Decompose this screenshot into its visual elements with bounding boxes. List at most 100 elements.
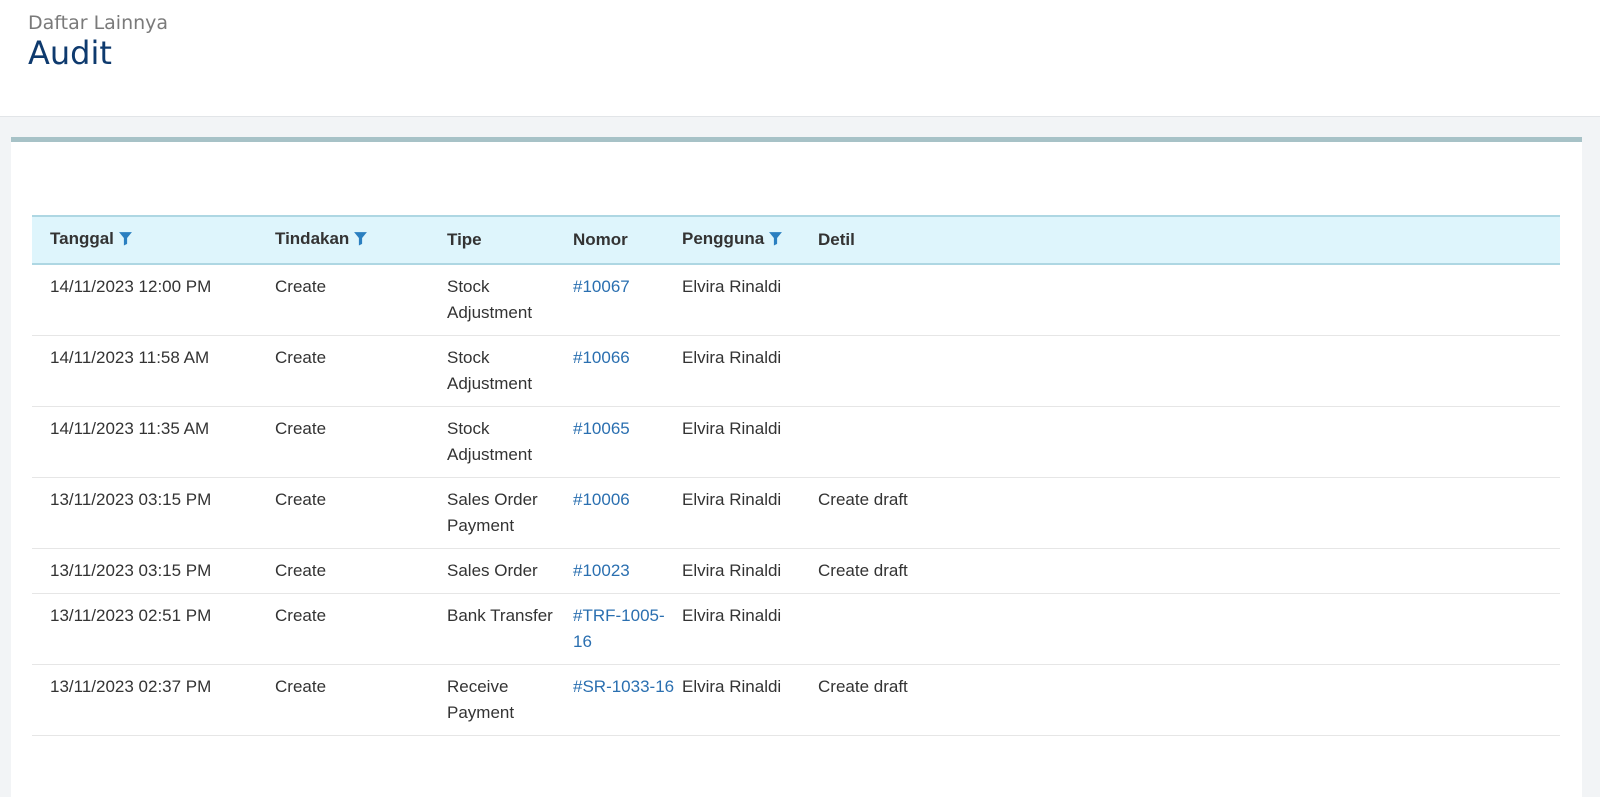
cell-detil (818, 407, 1560, 478)
cell-tanggal: 13/11/2023 02:51 PM (32, 594, 271, 665)
cell-tipe-text: Bank Transfer (447, 606, 553, 625)
cell-tanggal-text: 14/11/2023 12:00 PM (50, 277, 212, 296)
cell-tipe: Receive Payment (447, 665, 573, 736)
cell-tanggal-text: 13/11/2023 03:15 PM (50, 561, 212, 580)
cell-detil: Create draft (818, 549, 1560, 594)
cell-nomor: #10067 (573, 264, 682, 336)
record-number-link[interactable]: #10066 (573, 348, 630, 367)
record-number-link[interactable]: #10065 (573, 419, 630, 438)
cell-detil (818, 264, 1560, 336)
column-header-tipe: Tipe (447, 230, 482, 249)
cell-tindakan: Create (271, 264, 447, 336)
record-number-link[interactable]: #10023 (573, 561, 630, 580)
cell-detil-text: Create draft (818, 677, 908, 696)
cell-tanggal: 14/11/2023 11:58 AM (32, 336, 271, 407)
table-row: 13/11/2023 02:51 PM Create Bank Transfer #T… (32, 594, 1560, 665)
cell-tanggal-text: 13/11/2023 02:51 PM (50, 606, 212, 625)
cell-tipe: Stock Adjustment (447, 264, 573, 336)
cell-tipe: Sales Order (447, 549, 573, 594)
audit-panel: Tanggal Tindakan Tipe Nomor Pengguna Det… (11, 137, 1582, 797)
cell-pengguna-text: Elvira Rinaldi (682, 490, 782, 509)
cell-nomor: #10066 (573, 336, 682, 407)
cell-tipe: Stock Adjustment (447, 336, 573, 407)
table-header-row: Tanggal Tindakan Tipe Nomor Pengguna Det… (32, 216, 1560, 264)
record-number-link[interactable]: #10006 (573, 490, 630, 509)
table-row: 14/11/2023 11:58 AM Create Stock Adjustmen… (32, 336, 1560, 407)
filter-icon[interactable] (768, 231, 783, 251)
cell-pengguna: Elvira Rinaldi (682, 478, 818, 549)
page-header: Daftar Lainnya Audit (0, 0, 1600, 117)
filter-icon[interactable] (353, 231, 368, 251)
cell-nomor: #10006 (573, 478, 682, 549)
table-row: 13/11/2023 02:37 PM Create Receive Payment… (32, 665, 1560, 736)
cell-tindakan: Create (271, 407, 447, 478)
cell-tindakan-text: Create (275, 348, 327, 367)
cell-pengguna: Elvira Rinaldi (682, 665, 818, 736)
cell-tindakan-text: Create (275, 606, 327, 625)
table-row: 14/11/2023 11:35 AM Create Stock Adjustmen… (32, 407, 1560, 478)
cell-tindakan-text: Create (275, 490, 327, 509)
column-header-detil: Detil (818, 230, 855, 249)
record-number-link[interactable]: #TRF-1005-16 (573, 606, 665, 651)
cell-detil-text: Create draft (818, 561, 908, 580)
cell-detil: Create draft (818, 665, 1560, 736)
record-number-link[interactable]: #10067 (573, 277, 630, 296)
cell-tanggal: 13/11/2023 03:15 PM (32, 478, 271, 549)
cell-detil-text: Create draft (818, 490, 908, 509)
cell-tipe-text: Receive Payment (447, 677, 515, 722)
cell-tanggal: 14/11/2023 12:00 PM (32, 264, 271, 336)
cell-pengguna-text: Elvira Rinaldi (682, 677, 782, 696)
record-number-link[interactable]: #SR-1033-16 (573, 677, 674, 696)
column-header-tindakan[interactable]: Tindakan (271, 216, 447, 264)
cell-pengguna: Elvira Rinaldi (682, 264, 818, 336)
cell-pengguna-text: Elvira Rinaldi (682, 419, 782, 438)
cell-tindakan: Create (271, 336, 447, 407)
cell-tindakan: Create (271, 665, 447, 736)
cell-nomor: #SR-1033-16 (573, 665, 682, 736)
cell-tipe-text: Sales Order Payment (447, 490, 538, 535)
cell-tipe-text: Stock Adjustment (447, 419, 533, 464)
page-title: Audit (28, 34, 112, 72)
cell-detil (818, 594, 1560, 665)
cell-nomor: #TRF-1005-16 (573, 594, 682, 665)
cell-tipe-text: Stock Adjustment (447, 348, 533, 393)
cell-pengguna: Elvira Rinaldi (682, 336, 818, 407)
cell-tanggal-text: 13/11/2023 03:15 PM (50, 490, 212, 509)
cell-tipe: Sales Order Payment (447, 478, 573, 549)
cell-pengguna-text: Elvira Rinaldi (682, 561, 782, 580)
cell-tanggal-text: 14/11/2023 11:58 AM (50, 348, 210, 367)
column-header-nomor: Nomor (573, 230, 628, 249)
audit-table: Tanggal Tindakan Tipe Nomor Pengguna Det… (32, 215, 1560, 736)
cell-tanggal-text: 13/11/2023 02:37 PM (50, 677, 212, 696)
cell-tindakan-text: Create (275, 561, 327, 580)
cell-pengguna: Elvira Rinaldi (682, 407, 818, 478)
table-row: 14/11/2023 12:00 PM Create Stock Adjustmen… (32, 264, 1560, 336)
cell-pengguna: Elvira Rinaldi (682, 594, 818, 665)
cell-tanggal: 13/11/2023 03:15 PM (32, 549, 271, 594)
column-header-tanggal[interactable]: Tanggal (32, 216, 271, 264)
cell-tipe: Bank Transfer (447, 594, 573, 665)
cell-tanggal-text: 14/11/2023 11:35 AM (50, 419, 210, 438)
cell-detil (818, 336, 1560, 407)
cell-tindakan: Create (271, 478, 447, 549)
cell-tanggal: 13/11/2023 02:37 PM (32, 665, 271, 736)
cell-tindakan: Create (271, 594, 447, 665)
cell-nomor: #10065 (573, 407, 682, 478)
cell-tipe-text: Sales Order (447, 561, 538, 580)
table-row: 13/11/2023 03:15 PM Create Sales Order Pay… (32, 478, 1560, 549)
cell-tindakan-text: Create (275, 419, 327, 438)
cell-pengguna-text: Elvira Rinaldi (682, 348, 782, 367)
cell-tipe: Stock Adjustment (447, 407, 573, 478)
breadcrumb[interactable]: Daftar Lainnya (28, 12, 168, 34)
table-row: 13/11/2023 03:15 PM Create Sales Order #100… (32, 549, 1560, 594)
column-header-pengguna[interactable]: Pengguna (682, 216, 818, 264)
cell-pengguna-text: Elvira Rinaldi (682, 277, 782, 296)
cell-tindakan: Create (271, 549, 447, 594)
cell-detil: Create draft (818, 478, 1560, 549)
cell-pengguna-text: Elvira Rinaldi (682, 606, 782, 625)
cell-nomor: #10023 (573, 549, 682, 594)
cell-pengguna: Elvira Rinaldi (682, 549, 818, 594)
cell-tindakan-text: Create (275, 277, 327, 296)
cell-tipe-text: Stock Adjustment (447, 277, 533, 322)
filter-icon[interactable] (118, 231, 133, 251)
